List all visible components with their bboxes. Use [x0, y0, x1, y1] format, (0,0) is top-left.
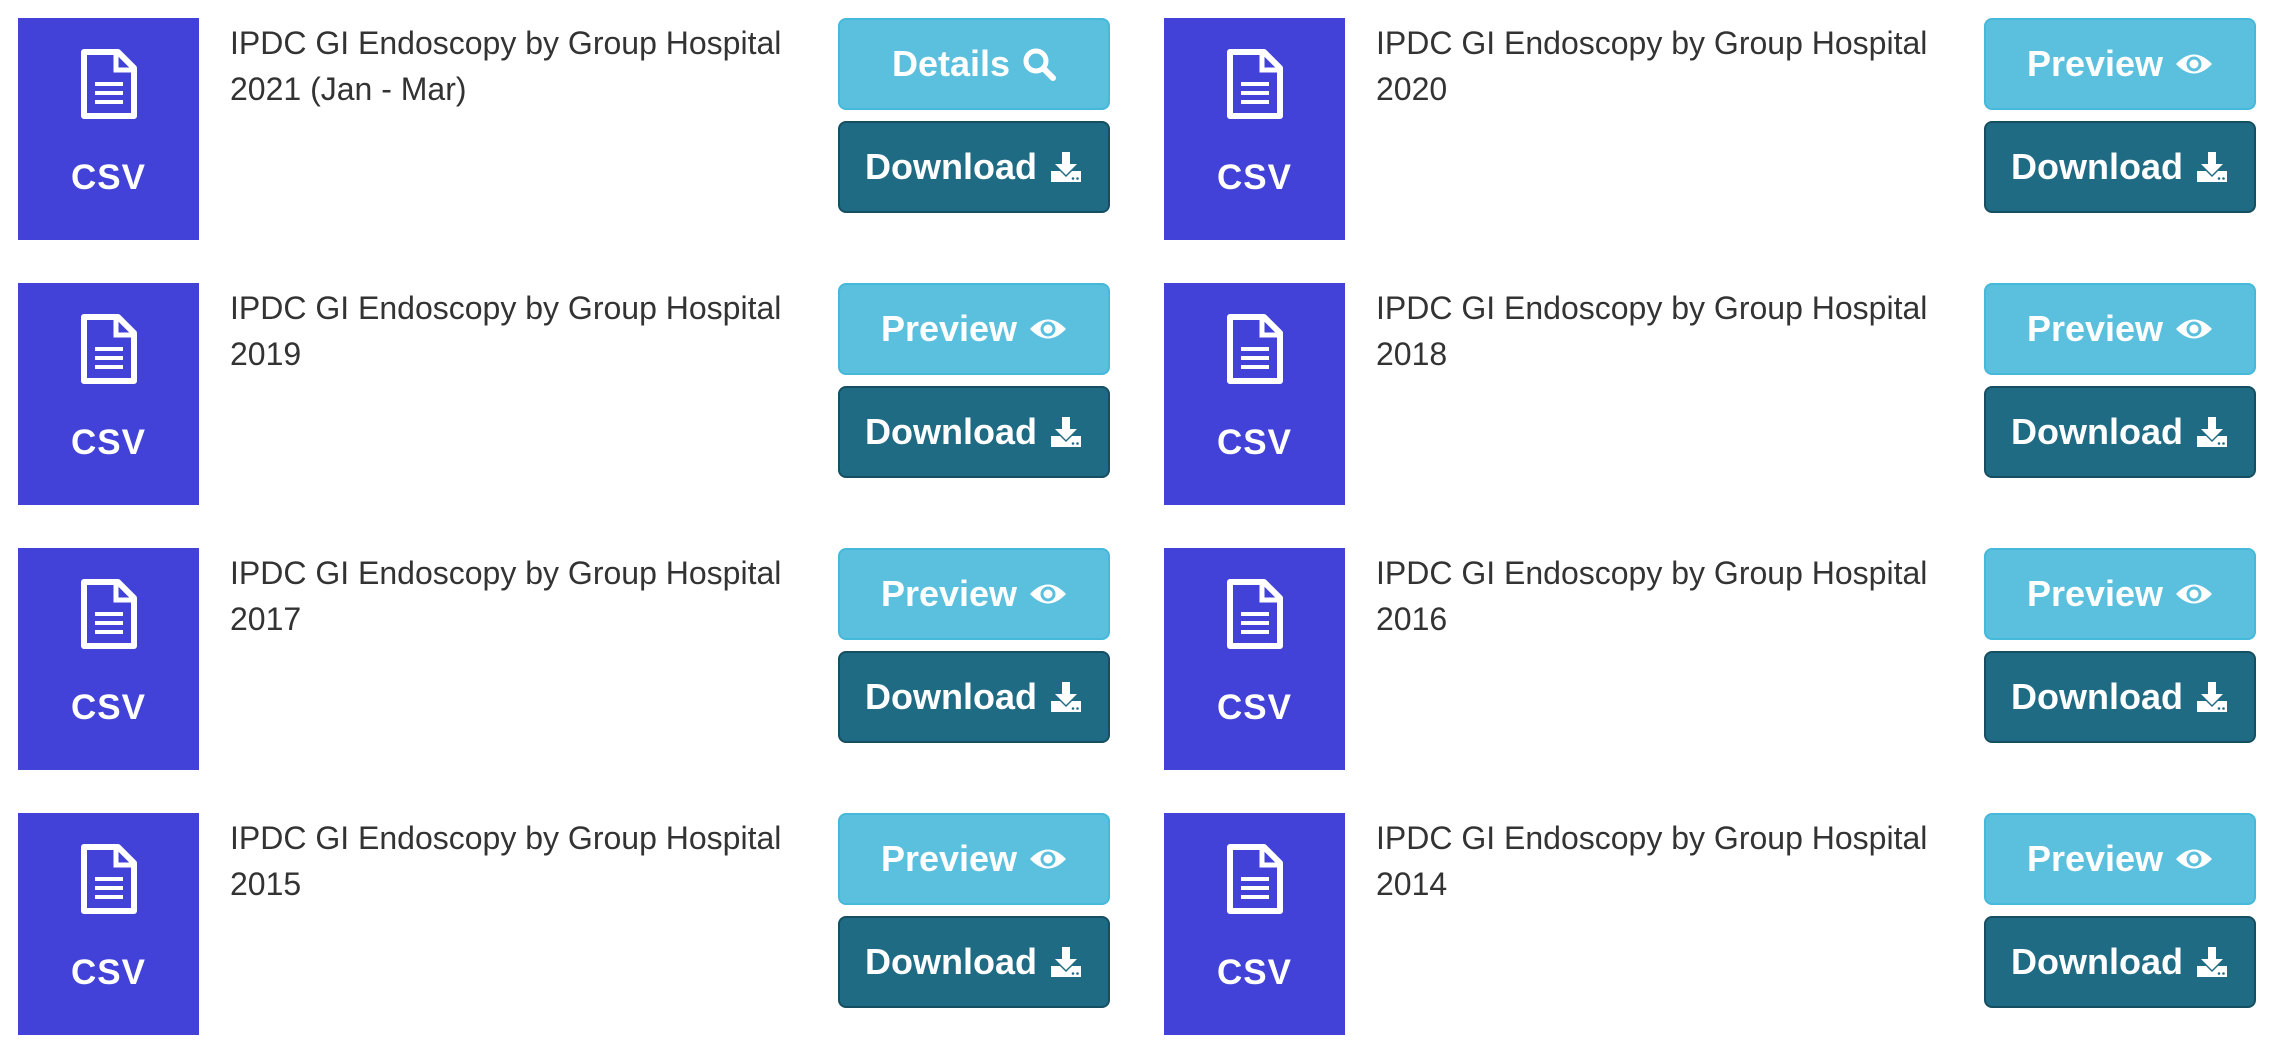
download-button-label: Download [865, 411, 1037, 452]
download-button[interactable]: Download [1984, 916, 2256, 1008]
resource-card: CSV IPDC GI Endoscopy by Group Hospital … [1164, 283, 2274, 505]
eye-icon [2175, 51, 2213, 77]
file-text-icon [80, 48, 138, 120]
preview-button[interactable]: Preview [838, 283, 1110, 375]
resource-card: CSV IPDC GI Endoscopy by Group Hospital … [1164, 813, 2274, 1035]
file-text-icon [1226, 578, 1284, 650]
download-icon [1049, 945, 1083, 979]
eye-icon [2175, 581, 2213, 607]
eye-icon [1029, 846, 1067, 872]
download-button[interactable]: Download [1984, 121, 2256, 213]
resource-card: CSV IPDC GI Endoscopy by Group Hospital … [18, 548, 1128, 770]
download-button-label: Download [865, 676, 1037, 717]
format-tile[interactable]: CSV [1164, 283, 1345, 505]
download-icon [2195, 415, 2229, 449]
preview-button[interactable]: Preview [1984, 813, 2256, 905]
resource-card: CSV IPDC GI Endoscopy by Group Hospital … [1164, 18, 2274, 240]
download-button-label: Download [2011, 146, 2183, 187]
resource-title[interactable]: IPDC GI Endoscopy by Group Hospital 2014 [1376, 815, 1976, 907]
format-tile[interactable]: CSV [18, 813, 199, 1035]
preview-button-label: Preview [2026, 838, 2164, 879]
download-button[interactable]: Download [838, 651, 1110, 743]
download-button[interactable]: Download [838, 916, 1110, 1008]
resource-card: CSV IPDC GI Endoscopy by Group Hospital … [18, 283, 1128, 505]
resource-title[interactable]: IPDC GI Endoscopy by Group Hospital 2021… [230, 20, 830, 112]
file-text-icon [1226, 48, 1284, 120]
preview-button[interactable]: Preview [1984, 548, 2256, 640]
resource-title[interactable]: IPDC GI Endoscopy by Group Hospital 2019 [230, 285, 830, 377]
resource-title[interactable]: IPDC GI Endoscopy by Group Hospital 2020 [1376, 20, 1976, 112]
preview-button[interactable]: Preview [838, 548, 1110, 640]
format-label: CSV [1217, 953, 1292, 992]
preview-button-label: Preview [880, 838, 1018, 879]
download-icon [2195, 680, 2229, 714]
download-icon [1049, 680, 1083, 714]
preview-button-label: Preview [2026, 573, 2164, 614]
format-label: CSV [1217, 423, 1292, 462]
download-button-label: Download [2011, 941, 2183, 982]
resource-card: CSV IPDC GI Endoscopy by Group Hospital … [18, 813, 1128, 1035]
format-label: CSV [71, 158, 146, 197]
download-button[interactable]: Download [1984, 651, 2256, 743]
resource-title[interactable]: IPDC GI Endoscopy by Group Hospital 2017 [230, 550, 830, 642]
details-button-label: Details [891, 43, 1011, 84]
search-icon [1022, 47, 1057, 81]
file-text-icon [80, 843, 138, 915]
file-text-icon [80, 313, 138, 385]
resource-title[interactable]: IPDC GI Endoscopy by Group Hospital 2015 [230, 815, 830, 907]
preview-button[interactable]: Preview [1984, 18, 2256, 110]
resource-card: CSV IPDC GI Endoscopy by Group Hospital … [18, 18, 1128, 240]
download-icon [1049, 415, 1083, 449]
format-tile[interactable]: CSV [1164, 18, 1345, 240]
format-label: CSV [71, 423, 146, 462]
preview-button[interactable]: Preview [1984, 283, 2256, 375]
resource-title[interactable]: IPDC GI Endoscopy by Group Hospital 2016 [1376, 550, 1976, 642]
download-button-label: Download [865, 941, 1037, 982]
download-button[interactable]: Download [838, 386, 1110, 478]
preview-button-label: Preview [880, 308, 1018, 349]
preview-button-label: Preview [2026, 308, 2164, 349]
preview-button-label: Preview [880, 573, 1018, 614]
resource-card: CSV IPDC GI Endoscopy by Group Hospital … [1164, 548, 2274, 770]
format-label: CSV [71, 688, 146, 727]
eye-icon [1029, 581, 1067, 607]
file-text-icon [80, 578, 138, 650]
format-tile[interactable]: CSV [1164, 548, 1345, 770]
download-icon [2195, 150, 2229, 184]
download-icon [1049, 150, 1083, 184]
format-label: CSV [1217, 158, 1292, 197]
details-button[interactable]: Details [838, 18, 1110, 110]
resource-grid: CSV IPDC GI Endoscopy by Group Hospital … [0, 0, 2280, 1051]
file-text-icon [1226, 843, 1284, 915]
download-button-label: Download [2011, 411, 2183, 452]
download-button-label: Download [865, 146, 1037, 187]
download-button[interactable]: Download [1984, 386, 2256, 478]
preview-button-label: Preview [2026, 43, 2164, 84]
format-label: CSV [1217, 688, 1292, 727]
eye-icon [2175, 846, 2213, 872]
format-label: CSV [71, 953, 146, 992]
resource-title[interactable]: IPDC GI Endoscopy by Group Hospital 2018 [1376, 285, 1976, 377]
format-tile[interactable]: CSV [1164, 813, 1345, 1035]
download-button-label: Download [2011, 676, 2183, 717]
format-tile[interactable]: CSV [18, 283, 199, 505]
format-tile[interactable]: CSV [18, 548, 199, 770]
preview-button[interactable]: Preview [838, 813, 1110, 905]
download-button[interactable]: Download [838, 121, 1110, 213]
file-text-icon [1226, 313, 1284, 385]
eye-icon [2175, 316, 2213, 342]
format-tile[interactable]: CSV [18, 18, 199, 240]
eye-icon [1029, 316, 1067, 342]
download-icon [2195, 945, 2229, 979]
